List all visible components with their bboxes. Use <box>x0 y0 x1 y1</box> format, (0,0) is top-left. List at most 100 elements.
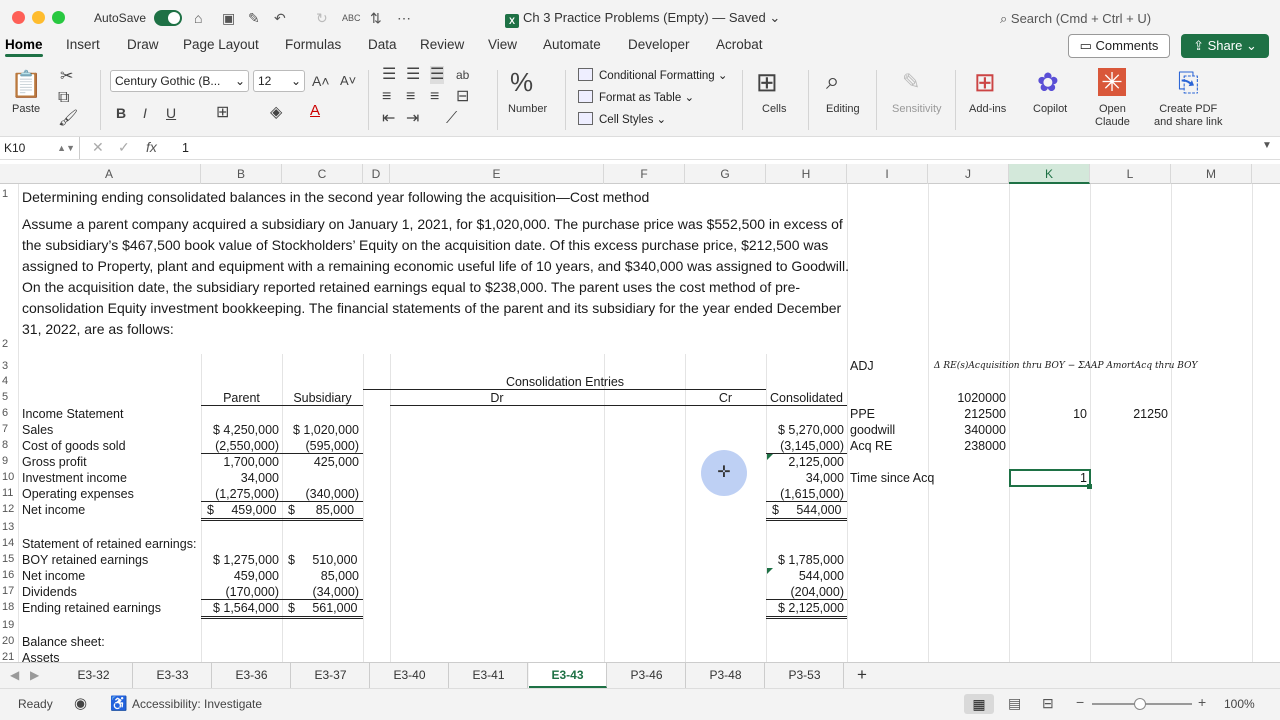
error-indicator[interactable] <box>767 454 773 460</box>
undo-icon[interactable]: ↶ <box>274 9 286 27</box>
sheet-tab[interactable]: E3-36 <box>213 663 291 688</box>
font-color-icon[interactable]: A <box>310 102 320 120</box>
align-bottom-icon[interactable]: ☰ <box>430 66 445 84</box>
cancel-icon[interactable]: ✕ <box>92 139 104 156</box>
column-header-j[interactable]: J <box>928 164 1009 184</box>
tab-view[interactable]: View <box>488 37 517 52</box>
column-header-h[interactable]: H <box>766 164 847 184</box>
decrease-indent-icon[interactable]: ⇤ <box>382 110 395 128</box>
sensitivity-icon[interactable]: ✎ <box>902 68 920 96</box>
tab-acrobat[interactable]: Acrobat <box>716 37 763 52</box>
close-window-button[interactable] <box>12 11 25 24</box>
edit-icon[interactable]: ✎ <box>248 9 260 27</box>
cell-i10[interactable]: Time since Acq <box>850 470 934 486</box>
save-icon[interactable]: ▣ <box>222 9 235 27</box>
enter-icon[interactable]: ✓ <box>118 139 130 156</box>
fill-handle[interactable] <box>1087 484 1092 489</box>
row-header[interactable]: 6 <box>0 407 18 419</box>
fill-color-icon[interactable]: ◈ <box>270 104 282 122</box>
row-header[interactable]: 16 <box>0 569 18 581</box>
parent-value[interactable]: (170,000) <box>201 584 279 600</box>
column-header-k[interactable]: K <box>1009 164 1090 184</box>
consolidated-value[interactable]: 2,125,000 <box>766 454 844 470</box>
consolidated-value[interactable]: (204,000) <box>766 584 844 600</box>
borders-icon[interactable]: ⊞ <box>216 104 229 122</box>
subsidiary-value[interactable]: $ 561,000 <box>288 600 360 616</box>
row-header[interactable]: 8 <box>0 439 18 451</box>
consolidated-value[interactable]: (1,615,000) <box>766 486 844 502</box>
cell-j6[interactable]: 212500 <box>928 406 1006 422</box>
column-header-i[interactable]: I <box>847 164 928 184</box>
sort-icon[interactable]: ⇅ <box>370 9 382 27</box>
bold-icon[interactable]: B <box>116 104 126 122</box>
paste-icon[interactable]: 📋 <box>10 70 42 98</box>
number-format-icon[interactable]: % <box>510 68 533 96</box>
sheet-tab[interactable]: P3-53 <box>766 663 844 688</box>
format-painter-icon[interactable]: 🖌 <box>58 110 78 128</box>
parent-value[interactable]: $ 4,250,000 <box>201 422 279 438</box>
font-size-select[interactable]: 12 ⌄ <box>253 70 305 92</box>
row-header[interactable]: 12 <box>0 503 18 515</box>
search-box[interactable]: ⌕ Search (Cmd + Ctrl + U) <box>1000 11 1151 27</box>
orientation-icon[interactable]: ⟋ <box>446 110 457 128</box>
increase-indent-icon[interactable]: ⇥ <box>406 110 419 128</box>
parent-value[interactable]: (1,275,000) <box>201 486 279 502</box>
sheet-tab[interactable]: E3-41 <box>450 663 528 688</box>
font-name-select[interactable]: Century Gothic (B... ⌄ <box>110 70 249 92</box>
expand-formula-bar-icon[interactable]: ▼ <box>1262 140 1272 151</box>
minimize-window-button[interactable] <box>32 11 45 24</box>
zoom-out-icon[interactable]: − <box>1076 694 1084 710</box>
align-left-icon[interactable]: ≡ <box>382 88 391 106</box>
consolidated-value[interactable]: $ 5,270,000 <box>766 422 844 438</box>
home-icon[interactable]: ⌂ <box>194 9 202 27</box>
sheet-tab-active[interactable]: E3-43 <box>529 663 607 688</box>
zoom-in-icon[interactable]: + <box>1198 694 1206 710</box>
column-header-b[interactable]: B <box>201 164 282 184</box>
page-layout-view-icon[interactable]: ▤ <box>1008 695 1021 712</box>
parent-value[interactable]: 459,000 <box>201 568 279 584</box>
spreadsheet-grid[interactable]: A B C D E F G H I J K L M 1 2 3 4 5 6 7 … <box>0 164 1280 662</box>
column-header-c[interactable]: C <box>282 164 363 184</box>
parent-value[interactable]: $ 1,275,000 <box>201 552 279 568</box>
subsidiary-value[interactable]: (340,000) <box>282 486 359 502</box>
tab-automate[interactable]: Automate <box>543 37 601 52</box>
redo-icon[interactable]: ↻ <box>316 9 328 27</box>
consolidated-value[interactable]: $ 1,785,000 <box>766 552 844 568</box>
row-header[interactable]: 20 <box>0 635 18 647</box>
addins-icon[interactable]: ⊞ <box>974 68 996 96</box>
tab-formulas[interactable]: Formulas <box>285 37 341 52</box>
formula-input[interactable]: 1 <box>182 141 189 155</box>
parent-value[interactable]: (2,550,000) <box>201 438 279 454</box>
subsidiary-value[interactable]: 85,000 <box>282 568 359 584</box>
cell-styles-button[interactable]: Cell Styles ⌄ <box>578 112 666 127</box>
format-as-table-button[interactable]: Format as Table ⌄ <box>578 90 694 105</box>
row-header[interactable]: 9 <box>0 455 18 467</box>
column-header-e[interactable]: E <box>390 164 604 184</box>
cell-j7[interactable]: 340000 <box>928 422 1006 438</box>
column-header-l[interactable]: L <box>1090 164 1171 184</box>
sheet-tab[interactable]: E3-33 <box>134 663 212 688</box>
parent-value[interactable]: $ 1,564,000 <box>201 600 279 616</box>
consolidated-value[interactable]: 544,000 <box>766 568 844 584</box>
page-break-view-icon[interactable]: ⊟ <box>1042 695 1054 712</box>
row-header[interactable]: 14 <box>0 537 18 549</box>
parent-value[interactable]: $ 459,000 <box>207 502 279 518</box>
subsidiary-value[interactable]: $ 510,000 <box>288 552 360 568</box>
row-header[interactable]: 5 <box>0 391 18 403</box>
subsidiary-value[interactable]: (34,000) <box>282 584 359 600</box>
macro-record-icon[interactable]: ◉ <box>74 694 87 712</box>
autosave-toggle[interactable] <box>154 10 182 26</box>
row-header[interactable]: 21 <box>0 651 18 662</box>
decrease-font-icon[interactable]: A˅ <box>340 72 356 90</box>
tab-draw[interactable]: Draw <box>127 37 159 52</box>
parent-value[interactable]: 34,000 <box>201 470 279 486</box>
cell-l6[interactable]: 21250 <box>1090 406 1168 422</box>
accessibility-icon[interactable]: ♿ <box>110 695 127 712</box>
sheet-tab[interactable]: E3-32 <box>55 663 133 688</box>
claude-icon[interactable]: ✳ <box>1098 68 1126 96</box>
error-indicator[interactable] <box>767 568 773 574</box>
next-sheet-icon[interactable]: ▶ <box>30 668 39 682</box>
cells-icon[interactable]: ⊞ <box>756 68 778 96</box>
copy-icon[interactable]: ⧉ <box>58 89 69 107</box>
subsidiary-value[interactable]: $ 85,000 <box>288 502 360 518</box>
